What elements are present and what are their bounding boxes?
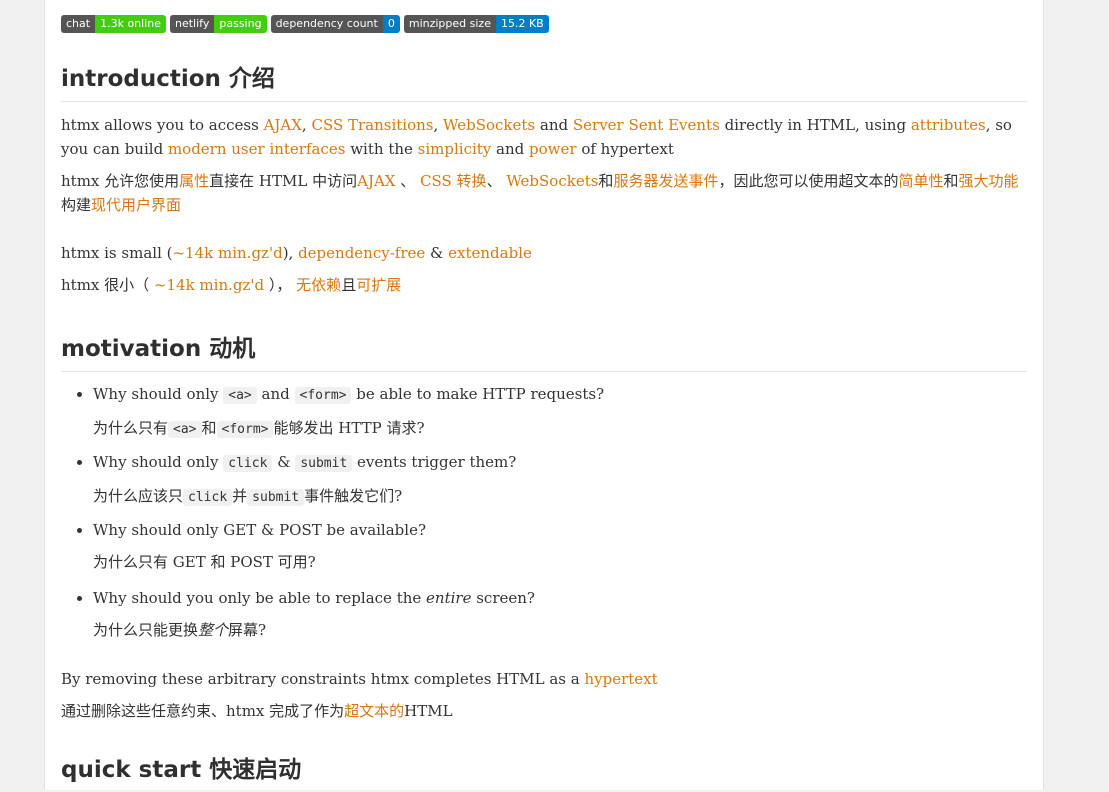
list-item: Why should only <a> and <form> be able t… (93, 382, 1027, 450)
link-power[interactable]: power (529, 140, 577, 158)
link-dependency-free[interactable]: dependency-free (298, 244, 425, 262)
conclusion-paragraph-zh: 通过删除这些任意约束、htmx 完成了作为超文本的HTML (61, 702, 453, 720)
list-item-zh: 为什么只有 GET 和 POST 可用? (93, 553, 316, 571)
size-paragraph-en: htmx is small (~14k min.gz'd), dependenc… (61, 244, 532, 262)
code-form-tag-zh: <form> (216, 421, 274, 438)
conclusion-paragraph-en: By removing these arbitrary constraints … (61, 670, 658, 688)
link-min-gz[interactable]: ~14k min.gz'd (172, 244, 282, 262)
link-css-transitions-zh[interactable]: CSS 转换 (420, 172, 487, 190)
link-min-gz-zh[interactable]: ~14k min.gz'd (154, 276, 264, 294)
link-server-sent-events-zh[interactable]: 服务器发送事件 (613, 172, 718, 190)
list-item: Why should only GET & POST be available?… (93, 518, 1027, 586)
motivation-list: Why should only <a> and <form> be able t… (61, 382, 1027, 654)
intro-paragraph-zh: htmx 允许您使用属性直接在 HTML 中访问AJAX 、 CSS 转换、 W… (61, 172, 1019, 214)
link-ajax[interactable]: AJAX (264, 116, 302, 134)
badge-netlify[interactable]: netlify passing (170, 15, 267, 33)
list-item: Why should you only be able to replace t… (93, 586, 1027, 654)
list-item-zh: 为什么只有 <a> 和 <form> 能够发出 HTTP 请求? (93, 419, 425, 438)
link-simplicity[interactable]: simplicity (418, 140, 492, 158)
link-modern-user-interfaces-zh[interactable]: 现代用户界面 (91, 196, 181, 214)
link-ajax-zh[interactable]: AJAX (357, 172, 395, 190)
link-server-sent-events[interactable]: Server Sent Events (573, 116, 720, 134)
badge-dependency-count[interactable]: dependency count 0 (270, 15, 400, 33)
link-css-transitions[interactable]: CSS Transitions (311, 116, 433, 134)
code-click: click (223, 455, 273, 472)
link-websockets[interactable]: WebSockets (443, 116, 535, 134)
link-extendable-zh[interactable]: 可扩展 (356, 276, 401, 294)
code-a-tag-zh: <a> (168, 421, 202, 438)
code-submit: submit (295, 455, 353, 472)
code-a-tag: <a> (223, 387, 257, 404)
badge-chat[interactable]: chat 1.3k online (61, 15, 166, 33)
link-websockets-zh[interactable]: WebSockets (506, 172, 598, 190)
link-extendable[interactable]: extendable (448, 244, 532, 262)
code-form-tag: <form> (294, 387, 352, 404)
link-modern-user-interfaces[interactable]: modern user interfaces (168, 140, 346, 158)
link-power-zh[interactable]: 强大功能 (959, 172, 1019, 190)
link-attributes[interactable]: attributes (911, 116, 986, 134)
link-hypertext[interactable]: hypertext (584, 670, 657, 688)
badge-minzipped-size[interactable]: minzipped size 15.2 KB (403, 15, 549, 33)
code-submit-zh: submit (247, 489, 305, 506)
link-dependency-free-zh[interactable]: 无依赖 (296, 276, 341, 294)
heading-quick-start: quick start 快速启动 (61, 757, 302, 783)
size-paragraph-zh: htmx 很小（ ~14k min.gz'd ）， 无依赖且可扩展 (61, 276, 402, 294)
code-click-zh: click (183, 489, 233, 506)
list-item-zh: 为什么应该只 click 并 submit 事件触发它们? (93, 487, 403, 506)
list-item-zh: 为什么只能更换整个屏幕? (93, 621, 267, 639)
heading-introduction: introduction 介绍 (61, 59, 1027, 102)
intro-paragraph-en: htmx allows you to access AJAX, CSS Tran… (61, 116, 1012, 158)
link-attributes-zh[interactable]: 属性 (179, 172, 209, 190)
link-hypertext-zh[interactable]: 超文本的 (344, 702, 404, 720)
page-container: chat 1.3k online netlify passing dependenc… (44, 0, 1044, 790)
heading-motivation: motivation 动机 (61, 329, 1027, 372)
list-item: Why should only click & submit events tr… (93, 450, 1027, 518)
link-simplicity-zh[interactable]: 简单性 (898, 172, 943, 190)
badge-row: chat 1.3k online netlify passing dependenc… (61, 15, 549, 33)
